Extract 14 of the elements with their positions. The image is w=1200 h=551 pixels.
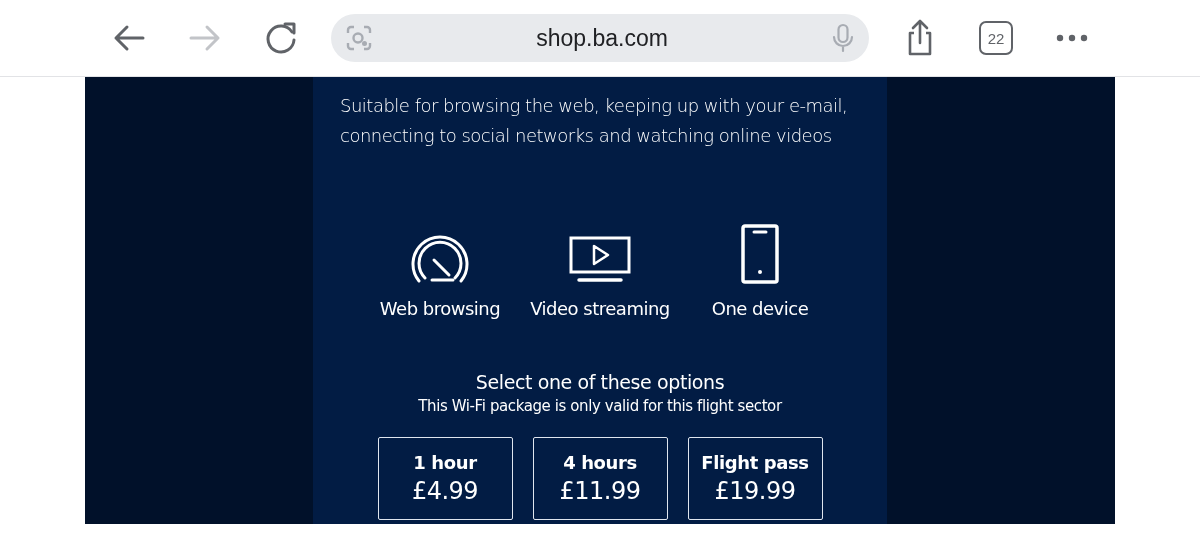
- options-note: This Wi-Fi package is only valid for this flight sector: [418, 397, 782, 415]
- package-option-button[interactable]: Flight pass £19.99: [687, 437, 823, 520]
- more-icon[interactable]: [1055, 33, 1089, 43]
- options-heading: Select one of these options: [475, 371, 725, 393]
- feature-label: Web browsing: [379, 298, 501, 319]
- feature-label: One device: [711, 298, 809, 319]
- package-description: Suitable for browsing the web, keeping up with your e-mail, connecting to social networks and watching online videos: [340, 94, 849, 148]
- package-option-button[interactable]: 4 hours £11.99: [532, 437, 668, 520]
- tv-play-icon: [569, 236, 631, 284]
- tab-count-button[interactable]: 22: [979, 21, 1013, 55]
- package-option-button[interactable]: 1 hour £4.99: [377, 437, 513, 520]
- smartphone-icon: [740, 224, 780, 284]
- feature-label: Video streaming: [530, 298, 670, 319]
- url-text: shop.ba.com: [536, 24, 668, 52]
